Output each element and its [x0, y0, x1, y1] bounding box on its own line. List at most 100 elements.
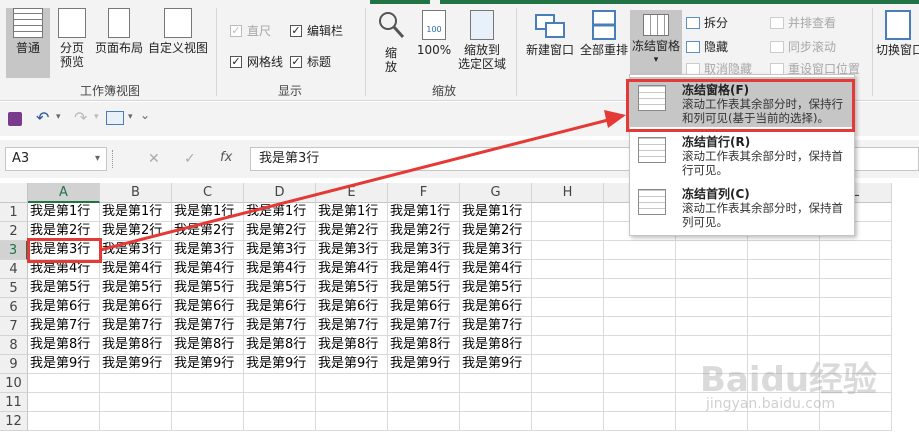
column-header[interactable]: C [172, 183, 244, 203]
row-header[interactable]: 1 [0, 203, 28, 222]
table-cell[interactable]: 我是第6行 [28, 298, 100, 317]
table-cell[interactable]: 我是第8行 [244, 336, 316, 355]
normal-view-button[interactable]: 普通 [6, 8, 50, 78]
save-icon[interactable] [8, 112, 22, 126]
table-cell[interactable] [532, 336, 604, 355]
table-cell[interactable] [532, 222, 604, 241]
table-cell[interactable]: 我是第1行 [316, 203, 388, 222]
table-cell[interactable] [748, 298, 820, 317]
table-cell[interactable] [28, 374, 100, 393]
table-cell[interactable]: 我是第4行 [100, 260, 172, 279]
table-cell[interactable] [316, 412, 388, 431]
table-cell[interactable] [460, 393, 532, 412]
table-cell[interactable] [604, 355, 676, 374]
table-cell[interactable]: 我是第6行 [316, 298, 388, 317]
row-header[interactable]: 9 [0, 355, 28, 374]
table-cell[interactable]: 我是第3行 [388, 241, 460, 260]
freeze-top-row-menu-item[interactable]: 冻结首行(R) 滚动工作表其余部分时，保持首行可见。 [630, 129, 854, 179]
column-header[interactable]: E [316, 183, 388, 203]
table-cell[interactable]: 我是第7行 [28, 317, 100, 336]
table-cell[interactable]: 我是第9行 [100, 355, 172, 374]
table-cell[interactable] [748, 260, 820, 279]
row-header[interactable]: 8 [0, 336, 28, 355]
table-cell[interactable]: 我是第6行 [244, 298, 316, 317]
table-cell[interactable] [532, 203, 604, 222]
table-cell[interactable]: 我是第3行 [244, 241, 316, 260]
arrange-all-button[interactable]: 全部重排 [578, 10, 630, 57]
row-header[interactable]: 7 [0, 317, 28, 336]
table-cell[interactable]: 我是第2行 [460, 222, 532, 241]
table-cell[interactable] [604, 260, 676, 279]
custom-view-button[interactable]: 自定义视图 [146, 8, 210, 55]
table-cell[interactable] [748, 279, 820, 298]
table-cell[interactable] [820, 412, 892, 431]
table-cell[interactable]: 我是第1行 [28, 203, 100, 222]
table-cell[interactable] [244, 374, 316, 393]
table-cell[interactable]: 我是第9行 [388, 355, 460, 374]
table-cell[interactable]: 我是第1行 [100, 203, 172, 222]
table-cell[interactable]: 我是第8行 [28, 336, 100, 355]
table-cell[interactable]: 我是第4行 [244, 260, 316, 279]
table-cell[interactable]: 我是第6行 [172, 298, 244, 317]
new-window-button[interactable]: 新建窗口 [522, 10, 578, 57]
table-cell[interactable]: 我是第4行 [460, 260, 532, 279]
table-cell[interactable] [676, 317, 748, 336]
table-cell[interactable] [604, 317, 676, 336]
customize-qat-icon[interactable]: ▾ [128, 112, 133, 122]
table-cell[interactable]: 我是第7行 [244, 317, 316, 336]
table-cell[interactable] [604, 336, 676, 355]
table-cell[interactable]: 我是第2行 [172, 222, 244, 241]
formula-bar-checkbox[interactable]: ✓ 编辑栏 [290, 22, 343, 39]
table-cell[interactable]: 我是第1行 [388, 203, 460, 222]
table-cell[interactable] [532, 241, 604, 260]
table-cell[interactable]: 我是第3行 [172, 241, 244, 260]
row-header[interactable]: 6 [0, 298, 28, 317]
table-cell[interactable]: 我是第9行 [244, 355, 316, 374]
table-cell[interactable] [28, 393, 100, 412]
table-cell[interactable] [604, 412, 676, 431]
table-cell[interactable]: 我是第7行 [100, 317, 172, 336]
table-cell[interactable] [532, 393, 604, 412]
table-cell[interactable]: 我是第5行 [388, 279, 460, 298]
freeze-first-column-menu-item[interactable]: 冻结首列(C) 滚动工作表其余部分时，保持首列可见。 [630, 181, 854, 231]
table-cell[interactable]: 我是第4行 [172, 260, 244, 279]
formula-bar-splitter[interactable] [112, 150, 114, 168]
row-header[interactable]: 2 [0, 222, 28, 241]
table-cell[interactable] [460, 374, 532, 393]
table-cell[interactable] [316, 374, 388, 393]
table-cell[interactable] [100, 412, 172, 431]
table-cell[interactable] [748, 412, 820, 431]
undo-dropdown-icon[interactable]: ▾ [56, 112, 61, 122]
table-cell[interactable] [604, 298, 676, 317]
table-cell[interactable]: 我是第7行 [388, 317, 460, 336]
table-cell[interactable]: 我是第9行 [460, 355, 532, 374]
select-all-corner[interactable] [0, 183, 28, 203]
table-cell[interactable] [532, 355, 604, 374]
table-cell[interactable]: 我是第6行 [460, 298, 532, 317]
table-cell[interactable] [532, 374, 604, 393]
table-cell[interactable] [532, 279, 604, 298]
form-icon[interactable] [106, 111, 124, 125]
table-cell[interactable]: 我是第2行 [316, 222, 388, 241]
freeze-panes-button[interactable]: 冻结窗格 ▾ [630, 10, 682, 74]
table-cell[interactable] [100, 393, 172, 412]
confirm-icon[interactable]: ✓ [184, 151, 196, 167]
column-header[interactable]: G [460, 183, 532, 203]
customize-toolbar-icon[interactable]: ⌄ [140, 108, 150, 122]
name-box-dropdown-icon[interactable]: ▾ [95, 148, 100, 170]
table-cell[interactable]: 我是第2行 [100, 222, 172, 241]
table-cell[interactable]: 我是第6行 [100, 298, 172, 317]
headings-checkbox[interactable]: ✓ 标题 [290, 53, 331, 70]
table-cell[interactable]: 我是第5行 [172, 279, 244, 298]
insert-function-icon[interactable]: fx [220, 150, 232, 165]
page-layout-button[interactable]: 页面布局 [93, 8, 145, 55]
table-cell[interactable]: 我是第7行 [460, 317, 532, 336]
zoom-100-button[interactable]: 100 100% [414, 10, 454, 57]
table-cell[interactable] [532, 298, 604, 317]
switch-windows-button[interactable]: 切换窗口 [876, 10, 919, 57]
zoom-to-selection-button[interactable]: 缩放到 选定区域 [454, 10, 510, 71]
table-cell[interactable]: 我是第8行 [316, 336, 388, 355]
table-cell[interactable]: 我是第9行 [28, 355, 100, 374]
table-cell[interactable]: 我是第4行 [316, 260, 388, 279]
table-cell[interactable]: 我是第3行 [100, 241, 172, 260]
